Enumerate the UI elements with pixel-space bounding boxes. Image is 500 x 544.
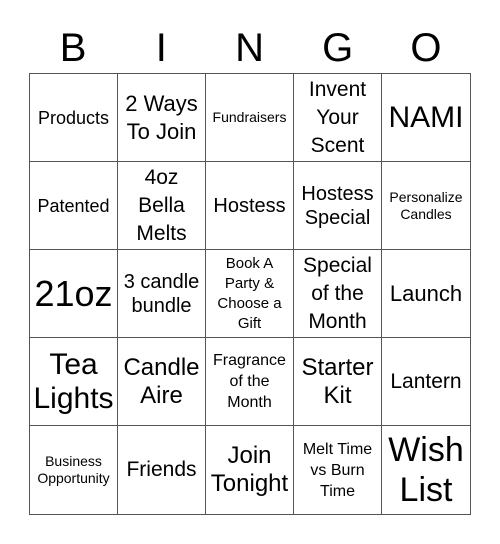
bingo-cell-label: Special of the Month xyxy=(303,253,372,333)
bingo-cell[interactable]: 4oz Bella Melts xyxy=(118,162,206,250)
bingo-cell[interactable]: Starter Kit xyxy=(294,338,382,426)
bingo-cell[interactable]: Products xyxy=(30,74,118,162)
bingo-cell-label: Friends xyxy=(126,458,197,481)
bingo-cell[interactable]: Fundraisers xyxy=(206,74,294,162)
bingo-cell[interactable]: Fragrance of the Month xyxy=(206,338,294,426)
bingo-cell-label: Wish List xyxy=(388,431,464,509)
bingo-cell-label: Fundraisers xyxy=(212,109,287,125)
bingo-cell-label: Products xyxy=(37,107,110,128)
bingo-cell[interactable]: Join Tonight xyxy=(206,426,294,514)
bingo-cell-label: Book A Party & Choose a Gift xyxy=(217,254,282,332)
header-letter-i: I xyxy=(155,26,167,70)
bingo-cell-label: NAMI xyxy=(388,100,464,134)
bingo-grid: Products 2 Ways To Join Fundraisers Invent … xyxy=(29,73,471,515)
bingo-cell[interactable]: 3 candle bundle xyxy=(118,250,206,338)
bingo-cell[interactable]: Wish List xyxy=(382,426,470,514)
bingo-cell-label: Personalize Candles xyxy=(389,188,463,222)
bingo-cell-label: Starter Kit xyxy=(301,353,374,409)
bingo-cell-label: Fragrance of the Month xyxy=(213,352,286,411)
bingo-cell[interactable]: NAMI xyxy=(382,74,470,162)
bingo-cell[interactable]: Hostess Special xyxy=(294,162,382,250)
bingo-cell-label: Join Tonight xyxy=(210,442,289,497)
bingo-cell[interactable]: 2 Ways To Join xyxy=(118,74,206,162)
bingo-cell[interactable]: Book A Party & Choose a Gift xyxy=(206,250,294,338)
bingo-cell[interactable]: Invent Your Scent xyxy=(294,74,382,162)
bingo-header: B I N G O xyxy=(29,26,470,70)
bingo-cell[interactable]: Launch xyxy=(382,250,470,338)
bingo-cell[interactable]: Business Opportunity xyxy=(30,426,118,514)
bingo-cell[interactable]: Hostess xyxy=(206,162,294,250)
header-letter-g: G xyxy=(322,26,354,70)
bingo-cell-label: Lantern xyxy=(390,369,462,393)
header-letter-o: O xyxy=(410,26,442,70)
bingo-cell-label: Patented xyxy=(37,195,110,216)
bingo-cell-label: Business Opportunity xyxy=(37,453,110,486)
bingo-cell-label: Hostess Special xyxy=(301,182,374,229)
bingo-cell-label: Hostess xyxy=(213,194,286,217)
bingo-cell-label: 21oz xyxy=(34,272,113,314)
bingo-cell[interactable]: Tea Lights xyxy=(30,338,118,426)
header-letter-b: B xyxy=(59,26,87,70)
bingo-cell[interactable]: Patented xyxy=(30,162,118,250)
bingo-cell[interactable]: Friends xyxy=(118,426,206,514)
bingo-cell-label: 2 Ways To Join xyxy=(125,90,198,144)
bingo-cell-label: Launch xyxy=(389,280,463,306)
bingo-cell-label: Invent Your Scent xyxy=(308,77,367,157)
bingo-cell[interactable]: 21oz xyxy=(30,250,118,338)
bingo-cell[interactable]: Lantern xyxy=(382,338,470,426)
bingo-cell[interactable]: Melt Time vs Burn Time xyxy=(294,426,382,514)
bingo-cell-label: Melt Time vs Burn Time xyxy=(302,440,373,500)
bingo-cell[interactable]: Special of the Month xyxy=(294,250,382,338)
bingo-cell-label: 4oz Bella Melts xyxy=(136,165,187,245)
bingo-cell-label: 3 candle bundle xyxy=(123,270,200,317)
bingo-cell-label: Tea Lights xyxy=(33,347,114,415)
bingo-cell-label: Candle Aire xyxy=(123,353,200,409)
bingo-cell[interactable]: Personalize Candles xyxy=(382,162,470,250)
bingo-cell[interactable]: Candle Aire xyxy=(118,338,206,426)
header-letter-n: N xyxy=(235,26,264,70)
